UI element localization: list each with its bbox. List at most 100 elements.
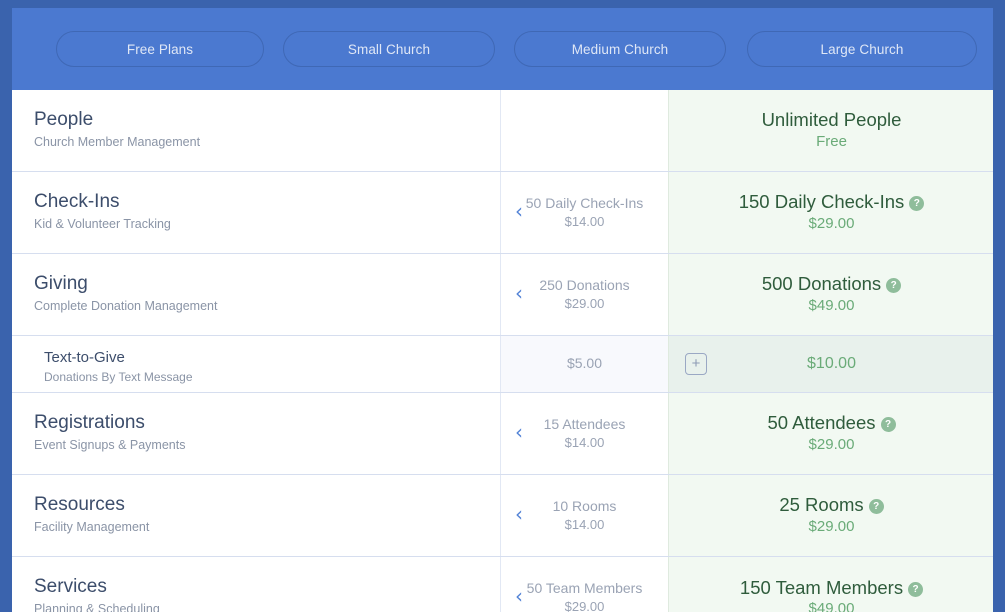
feature-subtitle: Donations By Text Message [44, 370, 193, 384]
selected-tier-cell: 500 Donations? $49.00 [668, 254, 993, 335]
value-stack: $5.00 [566, 355, 603, 372]
feature-name-cell: Text-to-Give Donations By Text Message [12, 336, 500, 392]
chevron-left-icon[interactable]: ‹ [515, 422, 523, 442]
value-stack: $10.00 [807, 355, 856, 373]
price-label: $14.00 [564, 213, 605, 229]
chevron-left-icon[interactable]: ‹ [515, 201, 523, 221]
plan-tab-medium-church[interactable]: Medium Church [514, 31, 726, 67]
quantity-label: 150 Daily Check-Ins? [739, 192, 925, 213]
feature-subtitle: Complete Donation Management [34, 299, 218, 313]
feature-subtitle: Planning & Scheduling [34, 602, 160, 612]
lower-tier-cell: ‹ 50 Team Members $29.00 [500, 557, 668, 612]
feature-row: Giving Complete Donation Management ‹ 250 D… [12, 254, 993, 336]
selected-tier-content: 500 Donations? $49.00 [669, 254, 993, 335]
feature-name-cell: Services Planning & Scheduling [12, 557, 500, 612]
price-label: $29.00 [564, 295, 605, 311]
feature-title: Registrations [34, 412, 145, 433]
feature-title: Check-Ins [34, 191, 120, 212]
quantity-label: 50 Team Members [526, 580, 643, 597]
value-stack: 10 Rooms $14.00 [552, 497, 617, 532]
plan-tab-large-church[interactable]: Large Church [747, 31, 977, 67]
quantity-label: 500 Donations? [762, 274, 902, 295]
feature-row: Registrations Event Signups & Payments ‹ 15… [12, 393, 993, 475]
price-label: $29.00 [808, 435, 855, 453]
value-stack: 50 Team Members $29.00 [527, 581, 643, 612]
lower-tier-content: $5.00 [501, 336, 668, 392]
value-stack: 500 Donations? $49.00 [762, 274, 902, 315]
feature-name-cell: Registrations Event Signups & Payments [12, 393, 500, 474]
chevron-left-icon[interactable]: ‹ [515, 504, 523, 524]
feature-name-cell: People Church Member Management [12, 90, 500, 171]
value-stack: Unlimited People Free [762, 110, 902, 151]
add-addon-button[interactable]: + [685, 353, 707, 375]
feature-title: Giving [34, 273, 88, 294]
quantity-label: 50 Daily Check-Ins [525, 194, 644, 211]
selected-tier-content: Unlimited People Free [669, 90, 993, 171]
feature-subtitle: Church Member Management [34, 135, 201, 149]
value-stack: 50 Daily Check-Ins $14.00 [525, 194, 644, 229]
lower-tier-content [501, 90, 668, 171]
quantity-label: 15 Attendees [543, 415, 626, 432]
selected-tier-cell: Unlimited People Free [668, 90, 993, 171]
feature-name-cell: Giving Complete Donation Management [12, 254, 500, 335]
help-icon[interactable]: ? [908, 581, 924, 597]
value-stack: 15 Attendees $14.00 [543, 415, 626, 450]
quantity-label: Unlimited People [761, 109, 902, 131]
selected-tier-content: + $10.00 [669, 336, 993, 392]
feature-row: Resources Facility Management ‹ 10 Rooms $14… [12, 475, 993, 557]
price-label: $29.00 [808, 517, 855, 535]
feature-subtitle: Event Signups & Payments [34, 438, 186, 452]
quantity-label: 150 Team Members? [740, 577, 924, 599]
feature-subtitle: Kid & Volunteer Tracking [34, 217, 171, 231]
feature-row: Check-Ins Kid & Volunteer Tracking ‹ 50 Dai… [12, 172, 993, 254]
value-stack: 150 Daily Check-Ins? $29.00 [739, 192, 925, 233]
feature-name-cell: Resources Facility Management [12, 475, 500, 556]
selected-tier-content: 25 Rooms? $29.00 [669, 475, 993, 556]
plan-comparison-table: People Church Member Management Unlimited … [12, 90, 993, 612]
feature-title: Text-to-Give [44, 349, 125, 366]
feature-title: Services [34, 576, 107, 597]
pricing-page: Free Plans Small Church Medium Church Large… [0, 0, 1005, 612]
lower-tier-content: ‹ 10 Rooms $14.00 [501, 475, 668, 556]
quantity-label: 25 Rooms? [779, 495, 884, 516]
price-label: $14.00 [564, 434, 605, 450]
feature-title: Resources [34, 494, 125, 515]
plan-tab-free-plans[interactable]: Free Plans [56, 31, 264, 67]
price-label: $49.00 [808, 600, 855, 612]
selected-tier-cell: + $10.00 [668, 336, 993, 392]
value-stack: 50 Attendees? $29.00 [767, 413, 896, 454]
lower-tier-cell: ‹ 250 Donations $29.00 [500, 254, 668, 335]
help-icon[interactable]: ? [880, 417, 896, 433]
selected-tier-cell: 150 Daily Check-Ins? $29.00 [668, 172, 993, 253]
value-stack: 150 Team Members? $49.00 [740, 577, 924, 612]
selected-tier-content: 50 Attendees? $29.00 [669, 393, 993, 474]
help-icon[interactable]: ? [909, 196, 925, 212]
price-label: $10.00 [807, 355, 856, 373]
chevron-left-icon[interactable]: ‹ [515, 586, 523, 606]
lower-tier-content: ‹ 50 Team Members $29.00 [501, 557, 668, 612]
feature-subtitle: Facility Management [34, 520, 150, 534]
lower-tier-cell: ‹ 10 Rooms $14.00 [500, 475, 668, 556]
help-icon[interactable]: ? [868, 499, 884, 515]
lower-tier-content: ‹ 15 Attendees $14.00 [501, 393, 668, 474]
price-label: $29.00 [564, 599, 605, 612]
price-label: Free [816, 132, 847, 150]
selected-tier-content: 150 Team Members? $49.00 [669, 557, 993, 612]
help-icon[interactable]: ? [886, 278, 902, 294]
lower-tier-cell: $5.00 [500, 336, 668, 392]
chevron-left-icon[interactable]: ‹ [515, 283, 523, 303]
price-label: $5.00 [566, 355, 603, 372]
lower-tier-content: ‹ 50 Daily Check-Ins $14.00 [501, 172, 668, 253]
quantity-label: 50 Attendees? [767, 413, 896, 434]
price-label: $49.00 [808, 296, 855, 314]
feature-title: People [34, 109, 94, 130]
quantity-label: 250 Donations [539, 276, 630, 293]
lower-tier-cell [500, 90, 668, 171]
plan-tier-tabs: Free Plans Small Church Medium Church Large… [12, 8, 993, 90]
feature-row: Services Planning & Scheduling ‹ 50 Team Me… [12, 557, 993, 612]
price-label: $14.00 [564, 516, 605, 532]
selected-tier-content: 150 Daily Check-Ins? $29.00 [669, 172, 993, 253]
plan-tab-small-church[interactable]: Small Church [283, 31, 495, 67]
quantity-label: 10 Rooms [552, 497, 617, 514]
lower-tier-content: ‹ 250 Donations $29.00 [501, 254, 668, 335]
